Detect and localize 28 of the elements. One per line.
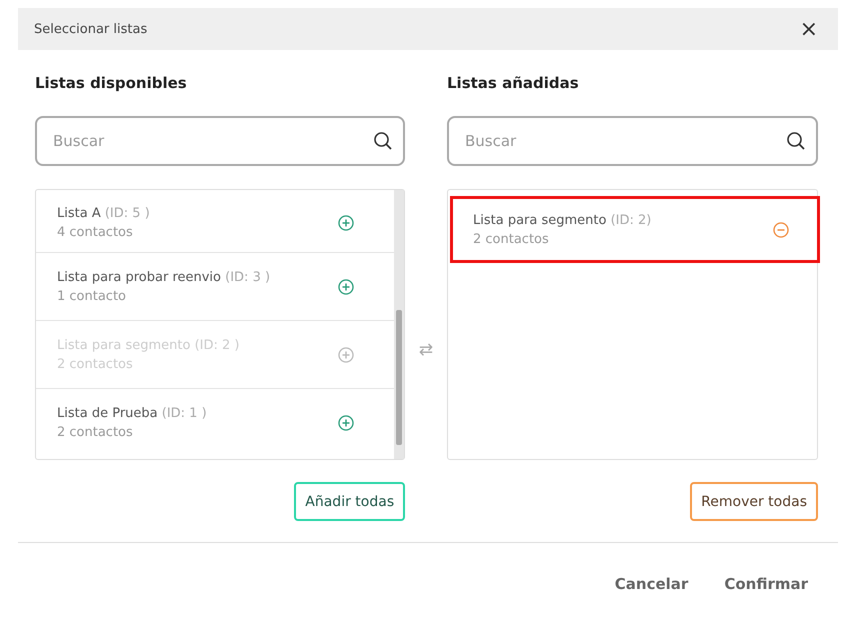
contact-count: 4 contactos <box>57 225 134 240</box>
list-name: Lista de Prueba (ID: 1 ) <box>57 406 207 421</box>
add-icon[interactable] <box>338 415 354 431</box>
list-item[interactable]: Lista de Prueba (ID: 1 ) 2 contactos <box>36 389 394 457</box>
contact-count: 1 contacto <box>57 288 128 304</box>
add-icon[interactable] <box>338 278 354 294</box>
column-heading: Listas disponibles <box>35 74 188 94</box>
column-heading: Listas añadidas <box>447 74 580 94</box>
close-button[interactable]: × <box>796 16 822 42</box>
contact-count: 2 contactos <box>473 232 550 246</box>
footer-button[interactable]: Confirmar <box>714 571 818 597</box>
search-field[interactable]: Buscar <box>35 116 406 166</box>
search-icon <box>373 131 394 151</box>
list-name: Lista para segmento (ID: 2) <box>473 212 652 228</box>
list-name: Lista para probar reenvio (ID: 3 ) <box>57 270 270 284</box>
remove-icon[interactable] <box>773 222 789 238</box>
list-name: Lista A (ID: 5 ) <box>57 206 150 221</box>
list-item[interactable]: Lista para segmento (ID: 2) 2 contactos <box>450 196 820 263</box>
contact-count: 2 contactos <box>57 425 134 440</box>
remove-all-button[interactable]: Remover todas <box>690 482 818 521</box>
search-icon <box>786 131 806 151</box>
footer-button[interactable]: Cancelar <box>604 571 698 597</box>
scrollbar[interactable] <box>394 190 404 459</box>
search-field[interactable]: Buscar <box>447 116 818 166</box>
dialog-title: Seleccionar listas <box>34 22 148 36</box>
add-all-button[interactable]: Añadir todas <box>294 482 406 521</box>
swap-icon: ⇄ <box>418 340 434 360</box>
add-icon[interactable] <box>338 215 354 231</box>
